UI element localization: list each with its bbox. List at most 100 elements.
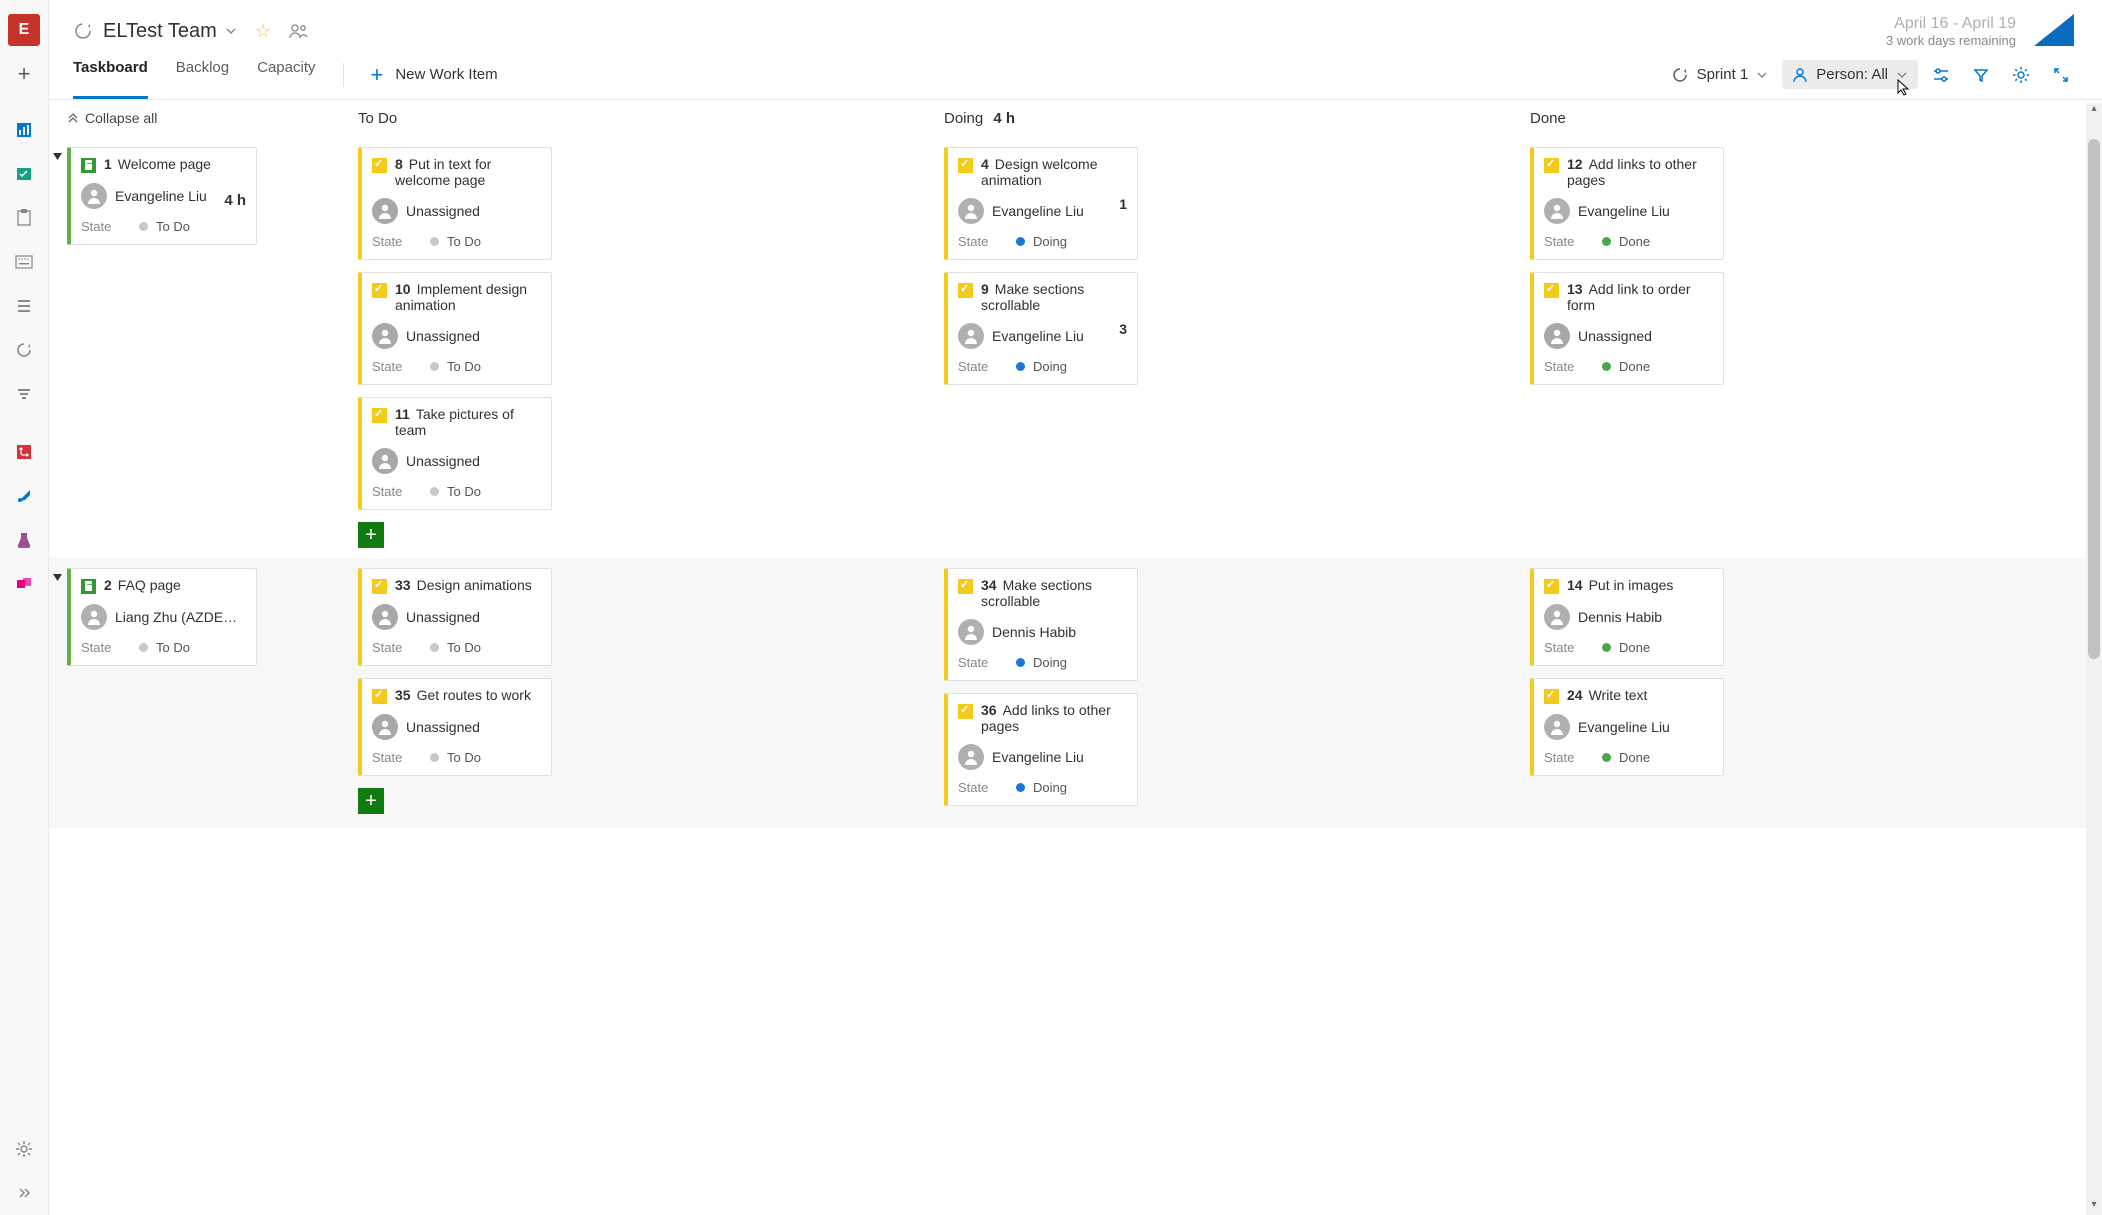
- task-card[interactable]: 33Design animations Unassigned StateTo D…: [358, 568, 552, 666]
- avatar: [958, 744, 984, 770]
- sprint-picker[interactable]: Sprint 1: [1661, 60, 1779, 90]
- state-label: State: [958, 359, 1016, 374]
- state-value: To Do: [447, 640, 481, 655]
- rail-settings-icon[interactable]: [8, 1133, 40, 1165]
- team-members-icon[interactable]: [289, 23, 309, 39]
- rail-pipelines-icon[interactable]: [8, 480, 40, 512]
- new-work-item-label: New Work Item: [395, 66, 497, 83]
- task-title: Design animations: [417, 577, 532, 593]
- state-value: Done: [1619, 750, 1650, 765]
- swimlane-row: 2FAQ page Liang Zhu (AZDEV… StateTo Do 3…: [49, 558, 2102, 828]
- fullscreen-icon[interactable]: [2044, 58, 2078, 92]
- scroll-down-arrow-icon[interactable]: ▾: [2086, 1199, 2102, 1215]
- scroll-up-arrow-icon[interactable]: ▴: [2086, 103, 2102, 119]
- task-title: Design welcome animation: [981, 156, 1098, 188]
- rail-sprint-icon[interactable]: [8, 334, 40, 366]
- assignee-name: Evangeline Liu: [115, 188, 207, 204]
- avatar: [1544, 714, 1570, 740]
- avatar: [372, 323, 398, 349]
- state-value: Doing: [1033, 359, 1067, 374]
- task-id: 8: [395, 156, 403, 172]
- task-card[interactable]: 13Add link to order form Unassigned Stat…: [1530, 272, 1724, 385]
- person-filter-label: Person: All: [1816, 66, 1888, 83]
- remaining-hours: 1: [1119, 196, 1127, 212]
- burndown-chart-icon[interactable]: [2030, 12, 2078, 50]
- task-type-icon: [958, 283, 973, 298]
- taskboard: Collapse all To Do Doing 4 h Done 1Welco…: [49, 100, 2102, 1215]
- pbi-card[interactable]: 2FAQ page Liang Zhu (AZDEV… StateTo Do: [67, 568, 257, 666]
- team-title[interactable]: ELTest Team: [103, 20, 217, 43]
- scroll-thumb[interactable]: [2088, 139, 2100, 659]
- column-header-todo: To Do: [358, 110, 916, 127]
- rail-dashboard-icon[interactable]: [8, 114, 40, 146]
- rail-keyboard-icon[interactable]: [8, 246, 40, 278]
- pbi-card[interactable]: 1Welcome page Evangeline Liu 4 h StateTo…: [67, 147, 257, 245]
- add-task-button[interactable]: +: [358, 522, 384, 548]
- state-label: State: [372, 234, 430, 249]
- task-card[interactable]: 24Write text Evangeline Liu StateDone: [1530, 678, 1724, 776]
- vertical-scrollbar[interactable]: ▴ ▾: [2086, 103, 2102, 1215]
- state-label: State: [1544, 234, 1602, 249]
- sprint-days-remaining: 3 work days remaining: [1886, 33, 2016, 48]
- tab-backlog[interactable]: Backlog: [176, 50, 229, 99]
- sprint-date-range: April 16 - April 19: [1886, 15, 2016, 33]
- assignee-name: Liang Zhu (AZDEV…: [115, 609, 246, 625]
- task-id: 11: [395, 406, 410, 422]
- tab-taskboard[interactable]: Taskboard: [73, 50, 148, 99]
- assignee-name: Evangeline Liu: [992, 203, 1084, 219]
- rail-artifacts-icon[interactable]: [8, 568, 40, 600]
- task-type-icon: [958, 158, 973, 173]
- tab-capacity[interactable]: Capacity: [257, 50, 315, 99]
- rail-clipboard-icon[interactable]: [8, 202, 40, 234]
- task-card[interactable]: 34Make sections scrollable Dennis Habib …: [944, 568, 1138, 681]
- state-dot-icon: [430, 753, 439, 762]
- favorite-star-icon[interactable]: ☆: [255, 21, 271, 42]
- swimlane-row: 1Welcome page Evangeline Liu 4 h StateTo…: [49, 137, 2102, 558]
- task-card[interactable]: 35Get routes to work Unassigned StateTo …: [358, 678, 552, 776]
- avatar: [1544, 604, 1570, 630]
- state-label: State: [81, 640, 139, 655]
- rail-add-icon[interactable]: +: [8, 58, 40, 90]
- person-filter[interactable]: Person: All: [1782, 60, 1918, 89]
- assignee-name: Dennis Habib: [1578, 609, 1662, 625]
- gear-icon[interactable]: [2004, 58, 2038, 92]
- state-dot-icon: [1016, 362, 1025, 371]
- org-logo[interactable]: E: [8, 14, 40, 46]
- toolbar-divider: [343, 63, 344, 87]
- state-dot-icon: [1016, 658, 1025, 667]
- person-icon: [1792, 67, 1808, 83]
- task-card[interactable]: 4Design welcome animation Evangeline Liu…: [944, 147, 1138, 260]
- rail-testplans-icon[interactable]: [8, 524, 40, 556]
- task-card[interactable]: 9Make sections scrollable Evangeline Liu…: [944, 272, 1138, 385]
- task-card[interactable]: 11Take pictures of team Unassigned State…: [358, 397, 552, 510]
- task-type-icon: [1544, 283, 1559, 298]
- avatar: [1544, 198, 1570, 224]
- filter-icon[interactable]: [1964, 58, 1998, 92]
- task-card[interactable]: 8Put in text for welcome page Unassigned…: [358, 147, 552, 260]
- rail-repos-icon[interactable]: [8, 436, 40, 468]
- task-title: Get routes to work: [417, 687, 531, 703]
- state-value: Doing: [1033, 655, 1067, 670]
- chevron-down-icon: [1756, 69, 1768, 81]
- task-card[interactable]: 10Implement design animation Unassigned …: [358, 272, 552, 385]
- board-settings-icon[interactable]: [1924, 58, 1958, 92]
- rail-backlog-icon[interactable]: [8, 290, 40, 322]
- task-card[interactable]: 36Add links to other pages Evangeline Li…: [944, 693, 1138, 806]
- pbi-type-icon: [81, 158, 96, 173]
- task-type-icon: [1544, 689, 1559, 704]
- state-dot-icon: [430, 487, 439, 496]
- team-dropdown-chevron-icon[interactable]: [225, 25, 237, 37]
- add-task-button[interactable]: +: [358, 788, 384, 814]
- task-card[interactable]: 12Add links to other pages Evangeline Li…: [1530, 147, 1724, 260]
- task-id: 24: [1567, 687, 1583, 703]
- new-work-item-button[interactable]: + New Work Item: [362, 62, 497, 88]
- rail-boards-icon[interactable]: [8, 158, 40, 190]
- rail-query-icon[interactable]: [8, 378, 40, 410]
- task-title: Make sections scrollable: [981, 281, 1084, 313]
- state-label: State: [372, 484, 430, 499]
- task-card[interactable]: 14Put in images Dennis Habib StateDone: [1530, 568, 1724, 666]
- task-title: Make sections scrollable: [981, 577, 1092, 609]
- collapse-all-button[interactable]: Collapse all: [67, 110, 330, 126]
- task-title: Write text: [1589, 687, 1648, 703]
- rail-expand-icon[interactable]: [8, 1177, 40, 1209]
